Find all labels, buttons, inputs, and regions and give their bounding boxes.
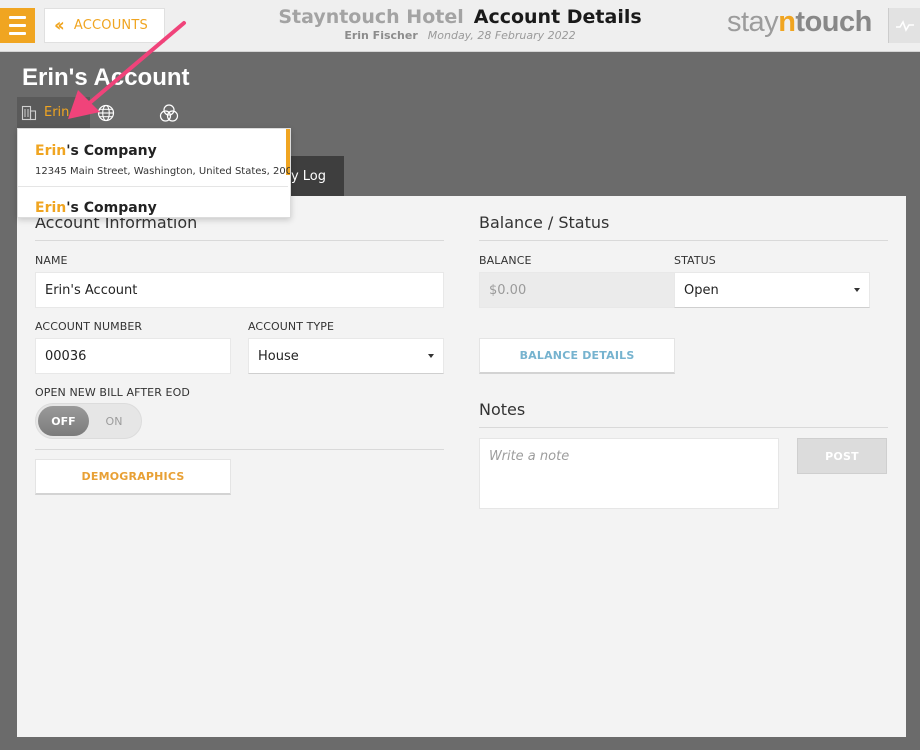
annotation-arrow (68, 21, 186, 119)
logo-part-n: n (778, 6, 796, 38)
balance-field: $0.00 (479, 272, 675, 308)
balance-label: BALANCE (479, 254, 532, 267)
company-search-dropdown: Erin's Company 12345 Main Street, Washin… (17, 128, 291, 218)
dropdown-item-name: Erin's Company (35, 143, 157, 159)
notes-title: Notes (479, 400, 526, 419)
demographics-button[interactable]: DEMOGRAPHICS (35, 459, 231, 495)
logo-part-stay: stay (727, 6, 779, 38)
building-icon (21, 105, 37, 120)
dropdown-item-match: Erin (35, 143, 67, 159)
open-new-bill-label: OPEN NEW BILL AFTER EOD (35, 386, 190, 399)
note-textarea[interactable]: Write a note (479, 438, 779, 509)
divider (35, 449, 444, 450)
post-note-button[interactable]: POST (797, 438, 887, 474)
user-name: Erin Fischer (344, 29, 418, 42)
dropdown-item-address: 12345 Main Street, Washington, United St… (35, 166, 291, 177)
dropdown-item-rest: 's Company (66, 143, 157, 159)
balance-status-title: Balance / Status (479, 213, 610, 232)
page-title: Account Details (473, 6, 642, 28)
account-number-input[interactable]: 00036 (35, 338, 231, 374)
account-number-label: ACCOUNT NUMBER (35, 320, 143, 333)
account-type-value: House (258, 348, 299, 364)
business-date: Monday, 28 February 2022 (427, 29, 576, 42)
account-name-input[interactable]: Erin's Account (35, 272, 444, 308)
dropdown-item-match: Erin (35, 200, 67, 216)
status-select[interactable]: Open (674, 272, 870, 308)
caret-down-icon (854, 288, 860, 292)
activity-wave-icon[interactable] (888, 8, 920, 43)
toggle-on: ON (105, 414, 123, 428)
hotel-name: Stayntouch Hotel (278, 6, 464, 28)
toggle-off: OFF (38, 406, 89, 436)
caret-down-icon (428, 354, 434, 358)
status-value: Open (684, 282, 719, 298)
status-label: STATUS (674, 254, 716, 267)
divider (479, 240, 888, 241)
open-new-bill-toggle[interactable]: OFF ON (35, 403, 142, 439)
account-type-label: ACCOUNT TYPE (248, 320, 335, 333)
dropdown-item-rest: 's Company (66, 200, 157, 216)
name-label: NAME (35, 254, 68, 267)
stayntouch-logo: stayntouch (727, 6, 872, 39)
account-details-panel: Account Information NAME Erin's Account … (17, 196, 906, 737)
account-type-select[interactable]: House (248, 338, 444, 374)
divider (479, 427, 888, 428)
dropdown-item[interactable]: Erin's Company (18, 187, 288, 217)
tab-activity-log-label: ly Log (287, 168, 326, 184)
divider (35, 240, 444, 241)
dropdown-item[interactable]: Erin's Company 12345 Main Street, Washin… (18, 129, 291, 187)
logo-part-touch: touch (795, 6, 872, 38)
dropdown-item-name: Erin's Company (35, 200, 157, 216)
balance-details-button[interactable]: BALANCE DETAILS (479, 338, 675, 374)
